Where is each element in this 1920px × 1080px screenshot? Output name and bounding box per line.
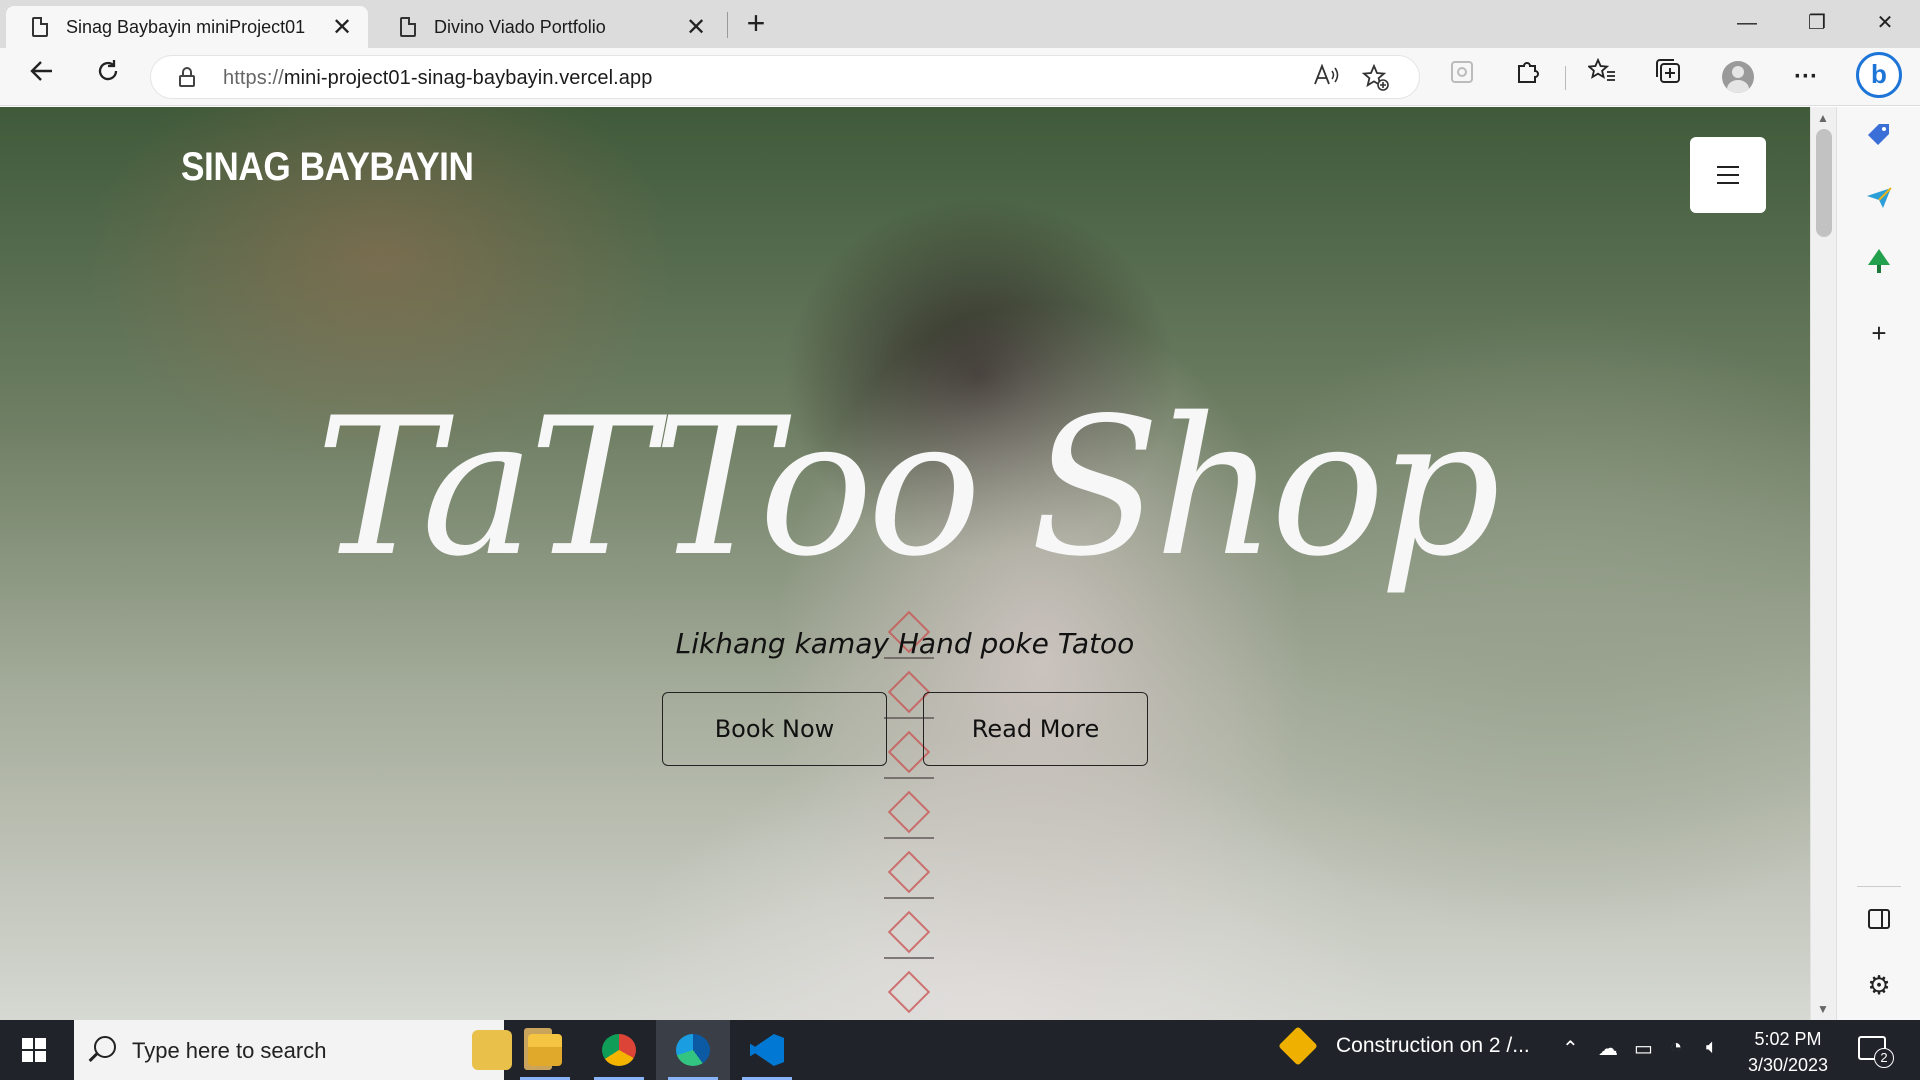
page-icon (400, 17, 416, 37)
read-aloud-icon[interactable] (1311, 63, 1341, 94)
settings-icon[interactable]: ⚙ (1861, 967, 1897, 1003)
tag-icon[interactable] (1861, 121, 1897, 157)
send-icon[interactable] (1861, 183, 1897, 219)
sunflowers-icon (472, 1030, 512, 1070)
toolbar-separator (1565, 66, 1566, 90)
clock-date: 3/30/2023 (1747, 1055, 1829, 1075)
add-icon[interactable]: + (1861, 315, 1897, 351)
refresh-icon[interactable] (88, 57, 128, 97)
chrome-icon[interactable] (582, 1020, 656, 1080)
scroll-down-icon[interactable]: ▼ (1817, 1002, 1829, 1016)
vscode-icon[interactable] (730, 1020, 804, 1080)
tab-title: Divino Viado Portfolio (434, 16, 606, 37)
tab-close-icon[interactable]: ✕ (330, 13, 354, 42)
minimize-button[interactable]: — (1712, 0, 1782, 46)
maximize-button[interactable]: ❐ (1782, 0, 1852, 46)
lock-icon[interactable] (179, 67, 195, 87)
read-more-button[interactable]: Read More (923, 692, 1148, 766)
collections-icon[interactable] (1648, 57, 1688, 97)
search-icon (94, 1036, 116, 1058)
brand-logo[interactable]: SINAG BAYBAYIN (181, 145, 474, 190)
tab-divino-portfolio[interactable]: Divino Viado Portfolio ✕ (374, 6, 722, 48)
scrollbar-thumb[interactable] (1816, 129, 1832, 237)
tab-close-icon[interactable]: ✕ (684, 13, 708, 42)
wifi-icon[interactable]: ◔ (1670, 1036, 1682, 1059)
back-icon[interactable] (22, 57, 62, 97)
page-viewport: SINAG BAYBAYIN TaTToo Shop Likhang kamay… (0, 107, 1810, 1020)
onedrive-icon[interactable]: ☁ (1598, 1036, 1618, 1061)
hamburger-menu-button[interactable] (1690, 137, 1766, 213)
tab-title: Sinag Baybayin miniProject01 (66, 16, 306, 37)
taskbar-search[interactable]: Type here to search (74, 1020, 552, 1080)
volume-icon[interactable]: 🔈︎ (1706, 1036, 1718, 1059)
show-hidden-icons-icon[interactable]: ⌃ (1562, 1036, 1579, 1061)
address-bar[interactable]: https://mini-project01-sinag-baybayin.ve… (150, 55, 1420, 99)
clock-time: 5:02 PM (1754, 1029, 1822, 1049)
browser-toolbar: https://mini-project01-sinag-baybayin.ve… (0, 48, 1920, 106)
construction-warning-icon (1278, 1026, 1318, 1066)
book-now-button[interactable]: Book Now (662, 692, 887, 766)
extension-icon[interactable] (1442, 57, 1482, 97)
hero-title: TaTToo Shop (315, 377, 1500, 598)
tab-strip: Sinag Baybayin miniProject01 ✕ Divino Vi… (0, 0, 1920, 48)
scroll-up-icon[interactable]: ▲ (1817, 111, 1829, 125)
edge-icon[interactable] (656, 1020, 730, 1080)
weather-widget[interactable]: Construction on 2 /... (1278, 1026, 1530, 1066)
file-explorer-icon[interactable] (508, 1020, 582, 1080)
profile-icon[interactable] (1722, 61, 1754, 93)
tree-icon[interactable] (1861, 247, 1897, 283)
hero-subtitle: Likhang kamay Hand poke Tatoo (675, 627, 1135, 660)
battery-icon[interactable]: ▭ (1634, 1036, 1653, 1061)
weather-text: Construction on 2 /... (1336, 1034, 1530, 1057)
edge-sidebar: + ⚙ (1836, 107, 1920, 1020)
tab-separator (727, 12, 728, 38)
spine-tattoo-decoration (884, 597, 934, 1020)
system-clock[interactable]: 5:02 PM 3/30/2023 (1740, 1026, 1836, 1078)
sidebar-separator (1857, 886, 1901, 887)
favorites-icon[interactable] (1582, 57, 1622, 97)
more-icon[interactable]: ··· (1786, 57, 1826, 97)
page-scrollbar[interactable]: ▲ ▼ (1810, 107, 1836, 1020)
split-screen-icon[interactable] (1861, 903, 1897, 939)
extension-puzzle-icon[interactable] (1508, 57, 1548, 97)
search-placeholder[interactable]: Type here to search (132, 1038, 326, 1064)
taskbar: Type here to search Construction on 2 /.… (0, 1020, 1920, 1080)
notification-count: 2 (1874, 1048, 1894, 1068)
url-text[interactable]: https://mini-project01-sinag-baybayin.ve… (223, 67, 652, 90)
add-favorite-icon[interactable] (1361, 63, 1391, 94)
close-window-button[interactable]: ✕ (1850, 0, 1920, 46)
windows-start-icon[interactable] (22, 1038, 46, 1062)
notification-center-icon[interactable]: 2 (1858, 1036, 1894, 1068)
new-tab-button[interactable]: + (738, 6, 774, 42)
page-icon (32, 17, 48, 37)
tab-sinag-baybayin[interactable]: Sinag Baybayin miniProject01 ✕ (6, 6, 368, 48)
bing-icon[interactable]: b (1856, 52, 1902, 98)
